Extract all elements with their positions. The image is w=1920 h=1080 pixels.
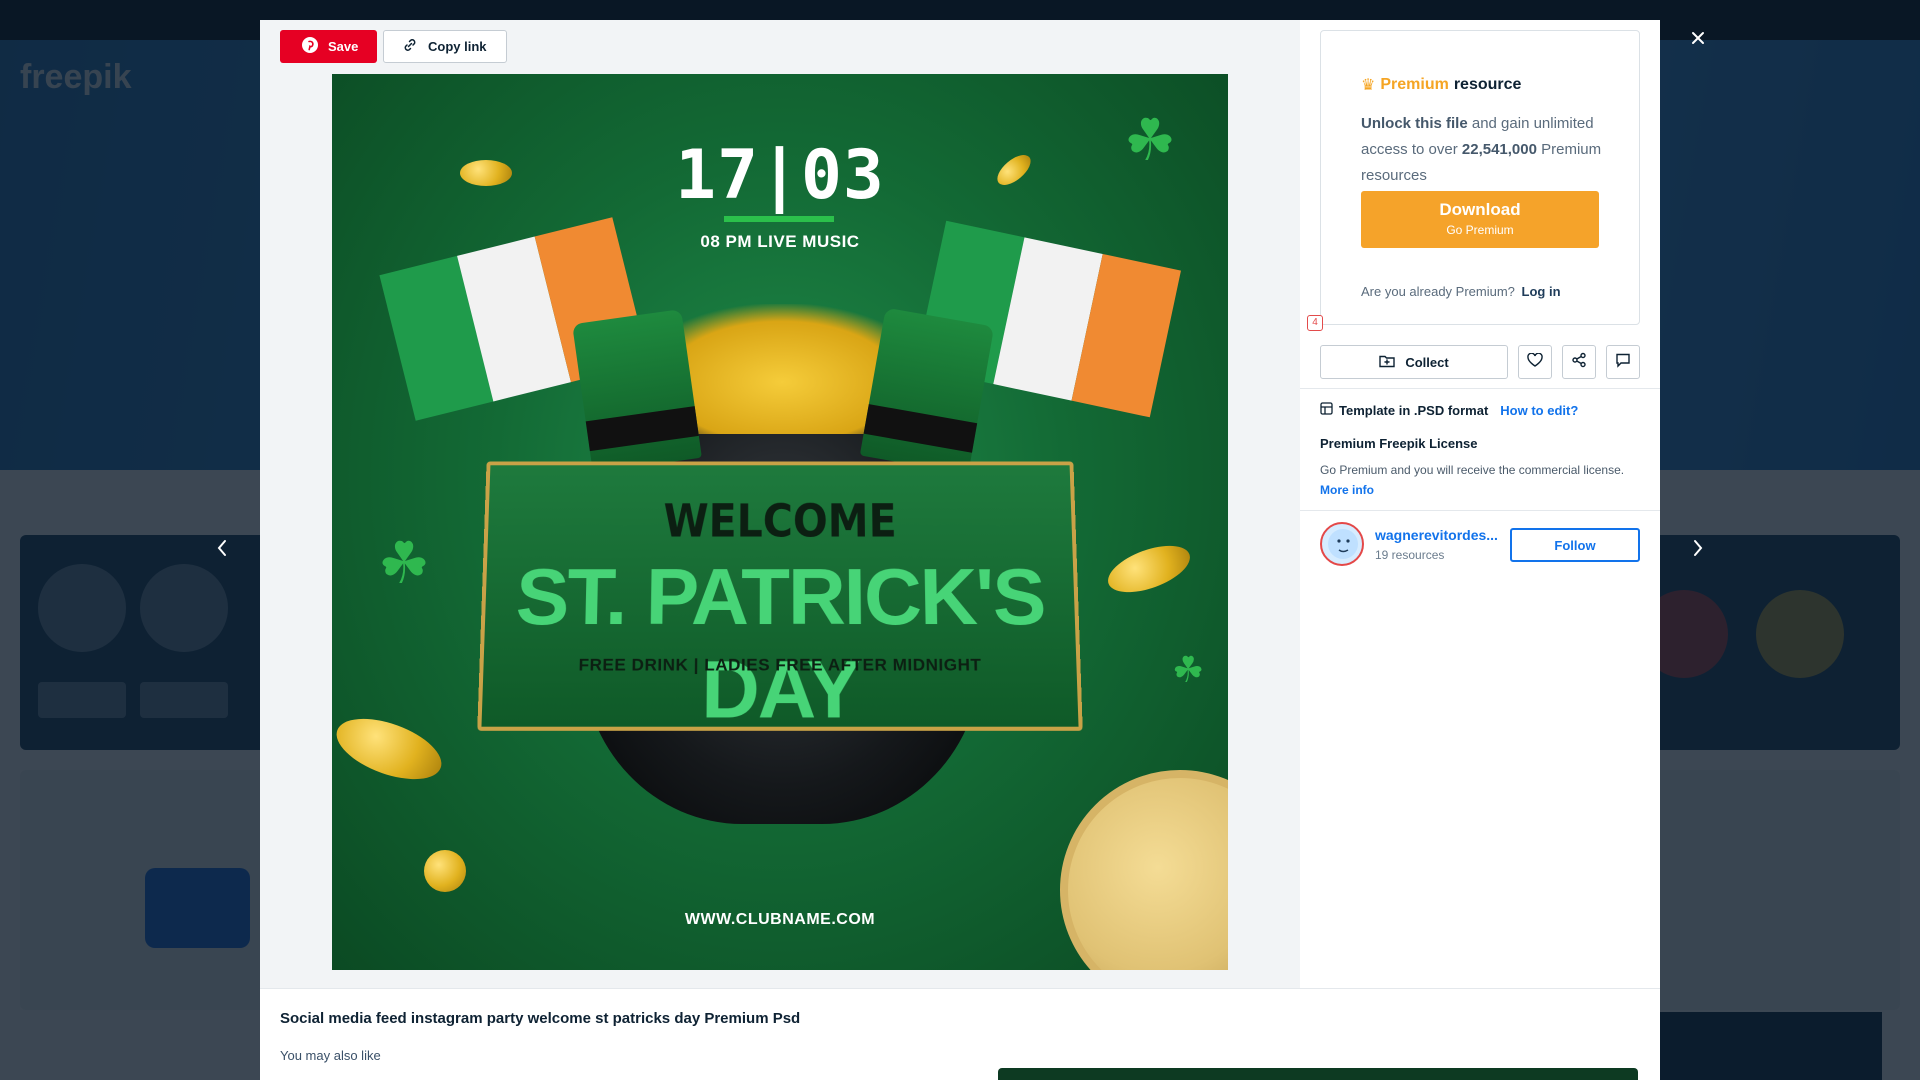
resource-preview-image[interactable]: ☘ 17|03 08 PM LIVE MUSIC WELCOME ST. PAT… [332, 74, 1228, 970]
poster-title: ST. PATRICK'S DAY [514, 552, 1046, 735]
close-modal-button[interactable] [1686, 28, 1710, 52]
license-title: Premium Freepik License [1320, 436, 1478, 451]
gold-coin [1102, 536, 1196, 602]
crown-icon: ♛ [1361, 77, 1376, 94]
resource-modal: Save Copy link ☘ 17|03 08 PM LIVE MUSIC [260, 20, 1660, 1080]
large-clover-coin [1060, 770, 1228, 970]
share-icon [1571, 352, 1587, 373]
next-resource-button[interactable] [1686, 536, 1710, 564]
previous-resource-button[interactable] [210, 536, 234, 564]
close-icon [1690, 30, 1706, 51]
divider [1300, 388, 1660, 389]
divider [1300, 510, 1660, 511]
download-button[interactable]: Download Go Premium [1361, 191, 1599, 248]
link-icon [402, 37, 418, 56]
leprechaun-hat-left [572, 309, 702, 473]
poster-url: WWW.CLUBNAME.COM [684, 911, 876, 928]
details-pane: ♛ Premium resource Unlock this file and … [1300, 20, 1660, 988]
poster-time: 08 PM LIVE MUSIC [700, 232, 860, 251]
share-button[interactable] [1562, 345, 1596, 379]
how-to-edit-link[interactable]: How to edit? [1500, 403, 1578, 418]
login-link[interactable]: Log in [1522, 284, 1561, 299]
you-may-also-like-heading: You may also like [280, 1048, 381, 1063]
like-count-badge: 4 [1307, 315, 1323, 331]
comment-icon [1615, 352, 1631, 373]
heart-icon [1527, 352, 1543, 372]
divider [260, 988, 1660, 989]
author-resource-count: 19 resources [1375, 548, 1445, 562]
like-button[interactable] [1518, 345, 1552, 379]
collect-button[interactable]: Collect [1320, 345, 1508, 379]
go-premium-label: Go Premium [1446, 223, 1514, 237]
pinterest-save-button[interactable]: Save [280, 30, 377, 63]
gold-coin [424, 850, 466, 892]
license-text: Go Premium and you will receive the comm… [1320, 460, 1640, 500]
author-name-link[interactable]: wagnerevitordes... [1375, 527, 1500, 543]
unlock-text: Unlock this file [1361, 115, 1468, 132]
chevron-right-icon [1692, 539, 1704, 562]
already-premium-label: Are you already Premium? [1361, 284, 1515, 299]
clover-icon: ☘ [378, 531, 430, 596]
premium-heading: ♛ Premium resource [1361, 75, 1521, 95]
already-premium-text: Are you already Premium? Log in [1361, 284, 1561, 299]
more-info-link[interactable]: More info [1320, 483, 1374, 497]
resource-title: Social media feed instagram party welcom… [280, 1010, 801, 1027]
poster-banner: WELCOME ST. PATRICK'S DAY FREE DRINK | L… [477, 461, 1083, 735]
gold-coin [332, 706, 450, 792]
template-format-text: Template in .PSD format [1339, 402, 1489, 418]
copy-link-button[interactable]: Copy link [383, 30, 507, 63]
pinterest-icon [302, 37, 318, 56]
resource-label: resource [1453, 76, 1522, 93]
preview-pane: Save Copy link ☘ 17|03 08 PM LIVE MUSIC [260, 20, 1300, 988]
poster-subtitle: FREE DRINK | LADIES FREE AFTER MIDNIGHT [578, 655, 982, 675]
chevron-left-icon [216, 539, 228, 562]
template-icon [1320, 402, 1333, 418]
template-format-line: Template in .PSD format How to edit? [1320, 402, 1578, 418]
folder-plus-icon [1379, 354, 1396, 371]
copy-link-label: Copy link [428, 39, 487, 54]
clover-icon: ☘ [1172, 649, 1205, 690]
poster-date-underline [724, 216, 834, 222]
download-label: Download [1439, 200, 1521, 219]
author-avatar[interactable] [1320, 522, 1364, 566]
premium-description: Unlock this file and gain unlimited acce… [1361, 111, 1611, 189]
resource-count: 22,541,000 [1461, 141, 1537, 158]
premium-resource-card: ♛ Premium resource Unlock this file and … [1320, 30, 1640, 325]
follow-button[interactable]: Follow [1510, 528, 1640, 562]
related-thumbnail[interactable] [998, 1068, 1638, 1080]
license-description: Go Premium and you will receive the comm… [1320, 463, 1625, 477]
collect-label: Collect [1405, 354, 1449, 370]
poster-date: 17|03 [675, 136, 885, 215]
poster-welcome: WELCOME [662, 494, 898, 548]
comment-button[interactable] [1606, 345, 1640, 379]
save-label: Save [328, 39, 359, 54]
premium-label: Premium [1380, 76, 1449, 93]
